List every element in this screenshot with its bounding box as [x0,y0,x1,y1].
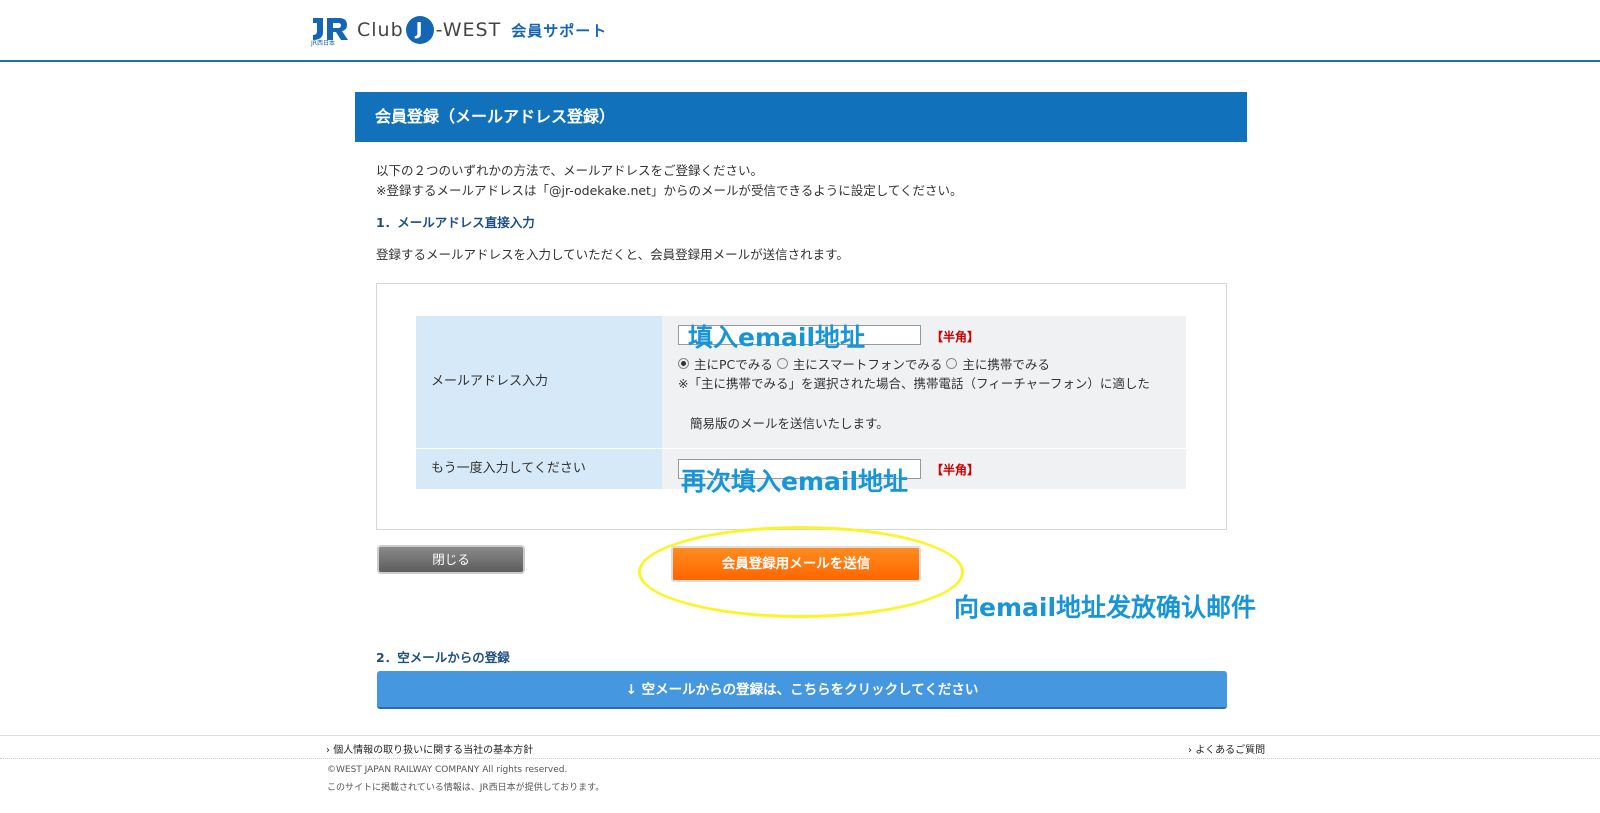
annotation-send-confirmation: 向email地址发放确认邮件 [954,593,1257,622]
footer-info: このサイトに掲載されている情報は、JR西日本が提供しております。 [327,783,605,793]
radio-smartphone-label[interactable]: 主にスマートフォンでみる [793,354,943,373]
mobile-note-line-1: ※「主に携帯でみる」を選択された場合、携帯電話（フィーチャーフォン）に適した [678,376,1150,391]
section2-heading: 2．空メールからの登録 [376,650,510,665]
radio-mobile-label[interactable]: 主に携帯でみる [962,354,1050,373]
intro-line-2: ※登録するメールアドレスは「@jr-odekake.net」からのメールが受信で… [376,183,963,198]
jr-sub-label: JR西日本 [311,40,335,47]
privacy-policy-link[interactable]: › 個人情報の取り扱いに関する当社の基本方針 [326,741,533,756]
highlight-ellipse [638,526,964,618]
footer-links-bar [0,735,1600,759]
radio-smartphone[interactable] [776,358,788,369]
close-button[interactable]: 閉じる [377,545,525,574]
privacy-policy-link-text: 個人情報の取り扱いに関する当社の基本方針 [333,745,534,756]
club-j-west-logo[interactable]: JR西日本 Club J -WEST 会員サポート [309,14,608,47]
intro-line-1: 以下の２つのいずれかの方法で、メールアドレスをご登録ください。 [376,163,764,178]
faq-link-text: よくあるご質問 [1195,745,1266,756]
email-label: メールアドレス入力 [416,316,662,448]
blank-mail-register-button[interactable]: ↓ 空メールからの登録は、こちらをクリックしてください [377,671,1227,709]
confirm-label: もう一度入力してください [416,449,662,489]
annotation-refill-email: 再次填入email地址 [681,467,909,496]
jr-logo-icon: JR西日本 [309,14,351,47]
section1-heading: 1．メールアドレス直接入力 [376,215,535,230]
radio-pc[interactable] [678,358,689,369]
annotation-fill-email: 填入email地址 [688,323,866,352]
logo-j-mark: J [405,16,434,44]
logo-west-text: -WEST [435,19,502,41]
radio-pc-label[interactable]: 主にPCでみる [694,354,773,373]
section1-description: 登録するメールアドレスを入力していただくと、会員登録用メールが送信されます。 [376,247,849,262]
radio-mobile[interactable] [946,358,958,369]
site-header: JR西日本 Club J -WEST 会員サポート [0,0,1600,62]
copyright: ©WEST JAPAN RAILWAY COMPANY All rights r… [327,765,568,775]
device-radio-group: 主にPCでみる 主にスマートフォンでみる 主に携帯でみる [678,354,1054,373]
logo-club-text: Club [357,19,404,41]
faq-link[interactable]: › よくあるご質問 [1188,741,1265,756]
hankaku-note: 【半角】 [931,330,980,344]
hankaku-note-2: 【半角】 [931,463,980,477]
mobile-note-line-2: 簡易版のメールを送信いたします。 [690,416,889,431]
logo-support-text: 会員サポート [511,21,608,40]
page-title: 会員登録（メールアドレス登録） [355,92,1247,142]
